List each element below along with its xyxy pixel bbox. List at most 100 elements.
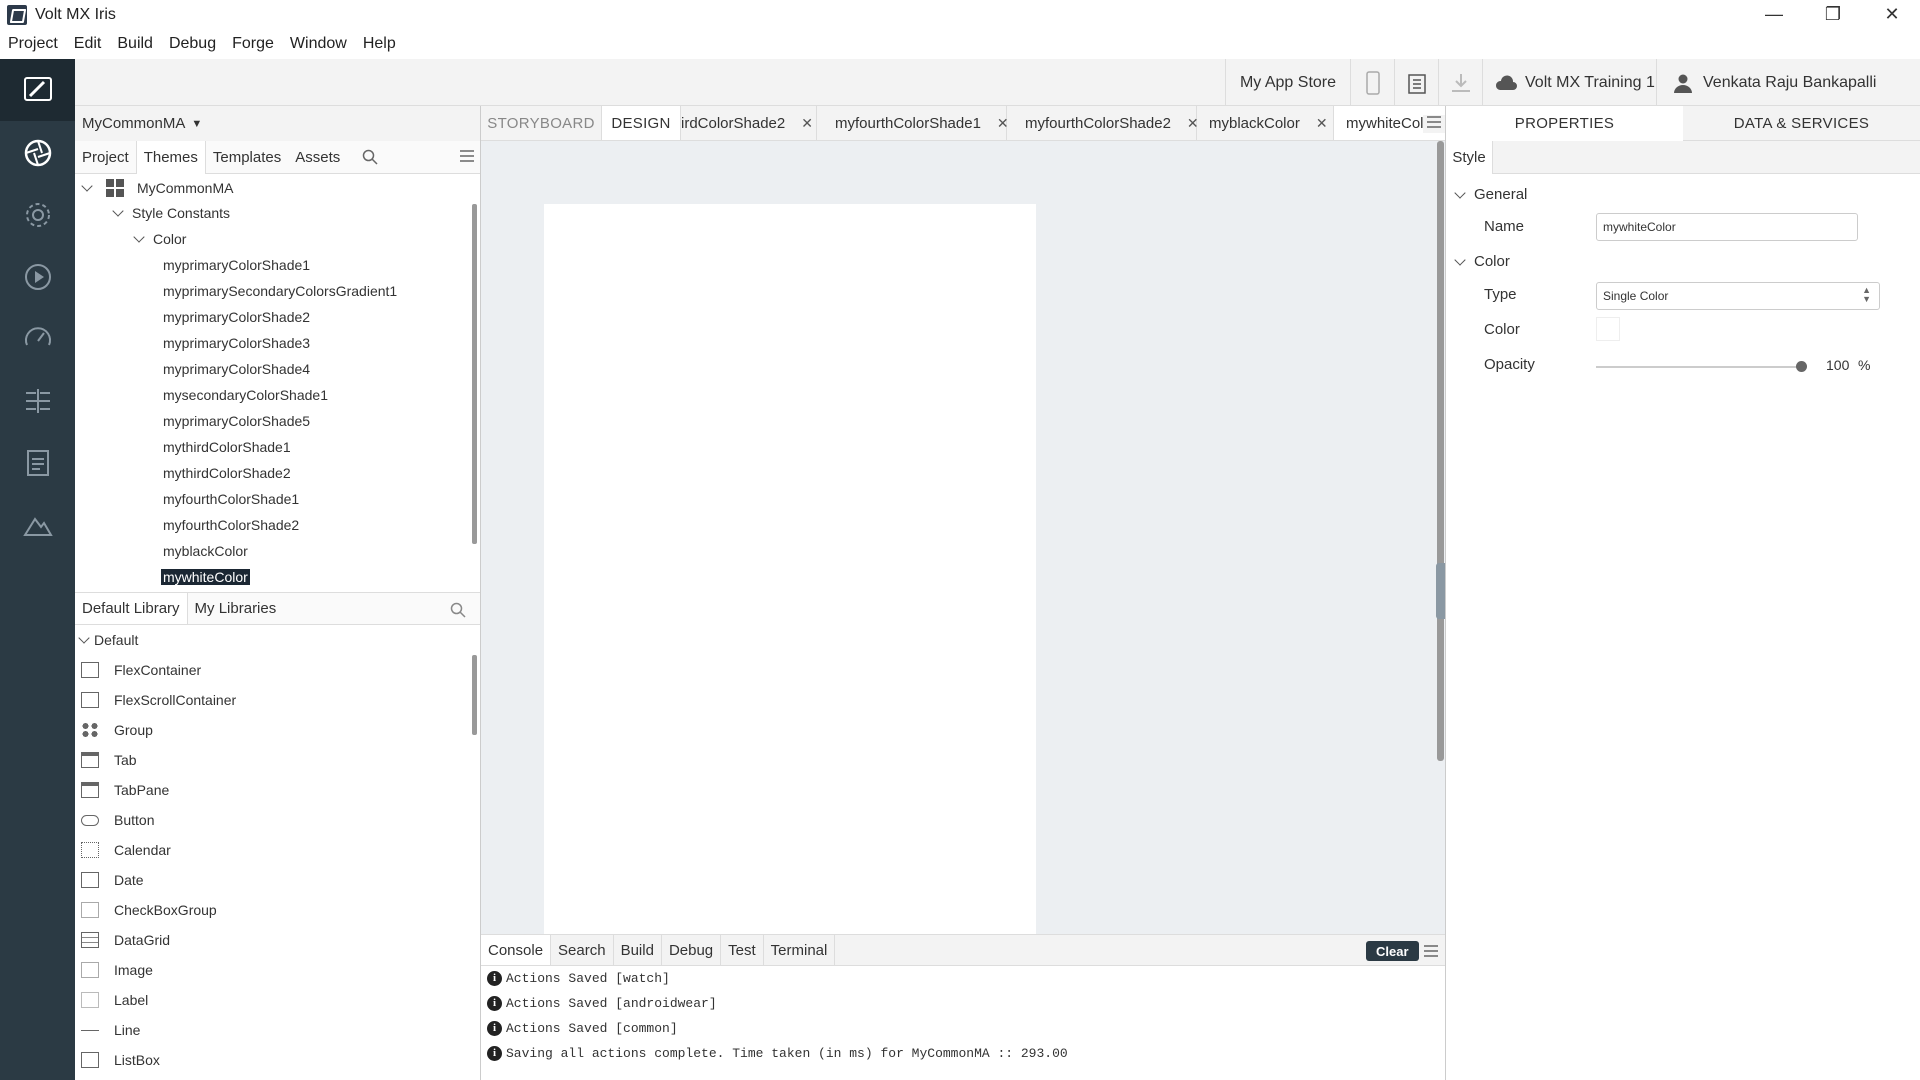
- widget-image[interactable]: Image: [75, 956, 153, 984]
- tab-my-libraries[interactable]: My Libraries: [188, 593, 284, 624]
- tab-style[interactable]: Style: [1446, 141, 1493, 174]
- widget-checkboxgroup[interactable]: CheckBoxGroup: [75, 896, 217, 924]
- tree-item[interactable]: myprimaryColorShade4: [163, 356, 310, 382]
- gear-icon[interactable]: [0, 184, 75, 246]
- menu-project[interactable]: Project: [0, 35, 66, 53]
- aperture-icon[interactable]: [0, 122, 75, 184]
- tree-item[interactable]: myblackColor: [163, 538, 248, 564]
- widget-label[interactable]: Label: [75, 986, 148, 1014]
- tree-item[interactable]: myprimarySecondaryColorsGradient1: [163, 278, 397, 304]
- tab-test[interactable]: Test: [721, 935, 764, 965]
- tab-my-libraries-label: My Libraries: [194, 600, 277, 617]
- tree-item[interactable]: myprimaryColorShade3: [163, 330, 310, 356]
- tree-root[interactable]: MyCommonMA: [81, 175, 233, 201]
- tree-color[interactable]: Color: [133, 226, 186, 252]
- widget-flexscrollcontainer[interactable]: FlexScrollContainer: [75, 686, 236, 714]
- tab-thirdcolorshade2[interactable]: irdColorShade2 ✕: [681, 106, 817, 140]
- widget-group[interactable]: Group: [75, 716, 153, 744]
- right-splitter-handle[interactable]: [1436, 563, 1445, 619]
- document-icon[interactable]: [0, 432, 75, 494]
- widget-flexcontainer[interactable]: FlexContainer: [75, 656, 201, 684]
- section-color[interactable]: Color: [1454, 253, 1510, 270]
- canvas-scrollbar[interactable]: [1437, 141, 1444, 761]
- library-search-button[interactable]: [450, 602, 466, 622]
- close-tab-icon[interactable]: ✕: [801, 115, 813, 132]
- console-menu-icon[interactable]: [1423, 944, 1439, 962]
- close-tab-icon[interactable]: ✕: [1316, 115, 1328, 132]
- speedometer-icon[interactable]: [0, 308, 75, 370]
- tab-data-services[interactable]: DATA & SERVICES: [1683, 106, 1920, 141]
- tree-item[interactable]: myfourthColorShade2: [163, 512, 299, 538]
- tab-myfourthcolorshade1[interactable]: myfourthColorShade1 ✕: [817, 106, 1009, 140]
- project-selector[interactable]: MyCommonMA ▼: [75, 106, 480, 141]
- tab-search[interactable]: Search: [551, 935, 614, 965]
- close-window-button[interactable]: ✕: [1864, 0, 1920, 29]
- type-select[interactable]: Single Color ▲ ▼: [1596, 282, 1880, 310]
- tab-templates[interactable]: Templates: [206, 141, 288, 174]
- name-input[interactable]: mywhiteColor: [1596, 213, 1858, 241]
- tree-item[interactable]: mysecondaryColorShade1: [163, 382, 328, 408]
- tab-themes[interactable]: Themes: [135, 140, 206, 174]
- opacity-slider-thumb[interactable]: [1796, 361, 1807, 372]
- section-general[interactable]: General: [1454, 186, 1527, 203]
- tree-item[interactable]: myprimaryColorShade1: [163, 252, 310, 278]
- console-line: i Actions Saved [common]: [487, 1017, 678, 1039]
- tab-build[interactable]: Build: [614, 935, 662, 965]
- layout-icon[interactable]: [0, 370, 75, 432]
- opacity-slider-track[interactable]: [1596, 366, 1801, 368]
- mobile-device-icon: [1365, 70, 1380, 95]
- form-preview[interactable]: [544, 204, 1036, 934]
- tab-default-library[interactable]: Default Library: [75, 593, 188, 624]
- app-store-button[interactable]: My App Store: [1225, 59, 1350, 106]
- tree-style-constants[interactable]: Style Constants: [112, 200, 230, 226]
- menu-window[interactable]: Window: [282, 35, 355, 53]
- tree-item[interactable]: myprimaryColorShade5: [163, 408, 310, 434]
- tab-properties[interactable]: PROPERTIES: [1446, 106, 1683, 141]
- library-group-default[interactable]: Default: [78, 626, 138, 654]
- tab-terminal[interactable]: Terminal: [764, 935, 836, 965]
- search-button[interactable]: [355, 141, 385, 174]
- menu-forge[interactable]: Forge: [224, 35, 282, 53]
- menu-help[interactable]: Help: [355, 35, 404, 53]
- widget-line[interactable]: Line: [75, 1016, 140, 1044]
- cloud-account-button[interactable]: Volt MX Training 1: [1482, 59, 1656, 106]
- hamburger-menu-icon[interactable]: [459, 149, 475, 167]
- tab-myfourthcolorshade2[interactable]: myfourthColorShade2 ✕: [1007, 106, 1199, 140]
- tree-scrollbar[interactable]: [472, 204, 477, 544]
- tree-item[interactable]: mythirdColorShade1: [163, 434, 291, 460]
- menu-edit[interactable]: Edit: [66, 35, 110, 53]
- widget-date[interactable]: Date: [75, 866, 144, 894]
- minimize-button[interactable]: —: [1746, 0, 1802, 29]
- tree-item[interactable]: myfourthColorShade1: [163, 486, 299, 512]
- tab-project[interactable]: Project: [75, 141, 136, 174]
- user-account-button[interactable]: Venkata Raju Bankapalli: [1656, 59, 1920, 106]
- download-button[interactable]: [1438, 59, 1482, 106]
- mountain-icon[interactable]: [0, 494, 75, 556]
- tab-debug[interactable]: Debug: [662, 935, 722, 965]
- maximize-button[interactable]: ❐: [1805, 0, 1861, 29]
- tab-assets[interactable]: Assets: [288, 141, 347, 174]
- mobile-preview-button[interactable]: [1350, 59, 1394, 106]
- menu-debug[interactable]: Debug: [161, 35, 224, 53]
- widget-tab[interactable]: Tab: [75, 746, 137, 774]
- tree-item[interactable]: mythirdColorShade2: [163, 460, 291, 486]
- tabs-menu-icon[interactable]: [1423, 115, 1445, 133]
- menu-build[interactable]: Build: [109, 35, 161, 53]
- library-scrollbar[interactable]: [472, 655, 477, 735]
- color-swatch[interactable]: [1596, 317, 1620, 341]
- play-icon[interactable]: [0, 246, 75, 308]
- tab-storyboard[interactable]: STORYBOARD: [481, 106, 602, 140]
- tree-item[interactable]: myprimaryColorShade2: [163, 304, 310, 330]
- widget-calendar[interactable]: Calendar: [75, 836, 171, 864]
- tab-myblackcolor[interactable]: myblackColor ✕: [1197, 106, 1334, 140]
- widget-listbox[interactable]: ListBox: [75, 1046, 160, 1074]
- clear-console-button[interactable]: Clear: [1366, 941, 1419, 961]
- clipboard-button[interactable]: [1394, 59, 1438, 106]
- widget-button[interactable]: Button: [75, 806, 154, 834]
- tab-design[interactable]: DESIGN: [602, 106, 681, 140]
- iris-logo-icon[interactable]: [0, 59, 75, 121]
- tree-item-selected[interactable]: mywhiteColor: [161, 564, 250, 590]
- widget-tabpane[interactable]: TabPane: [75, 776, 169, 804]
- widget-datagrid[interactable]: DataGrid: [75, 926, 170, 954]
- tab-console[interactable]: Console: [481, 935, 552, 965]
